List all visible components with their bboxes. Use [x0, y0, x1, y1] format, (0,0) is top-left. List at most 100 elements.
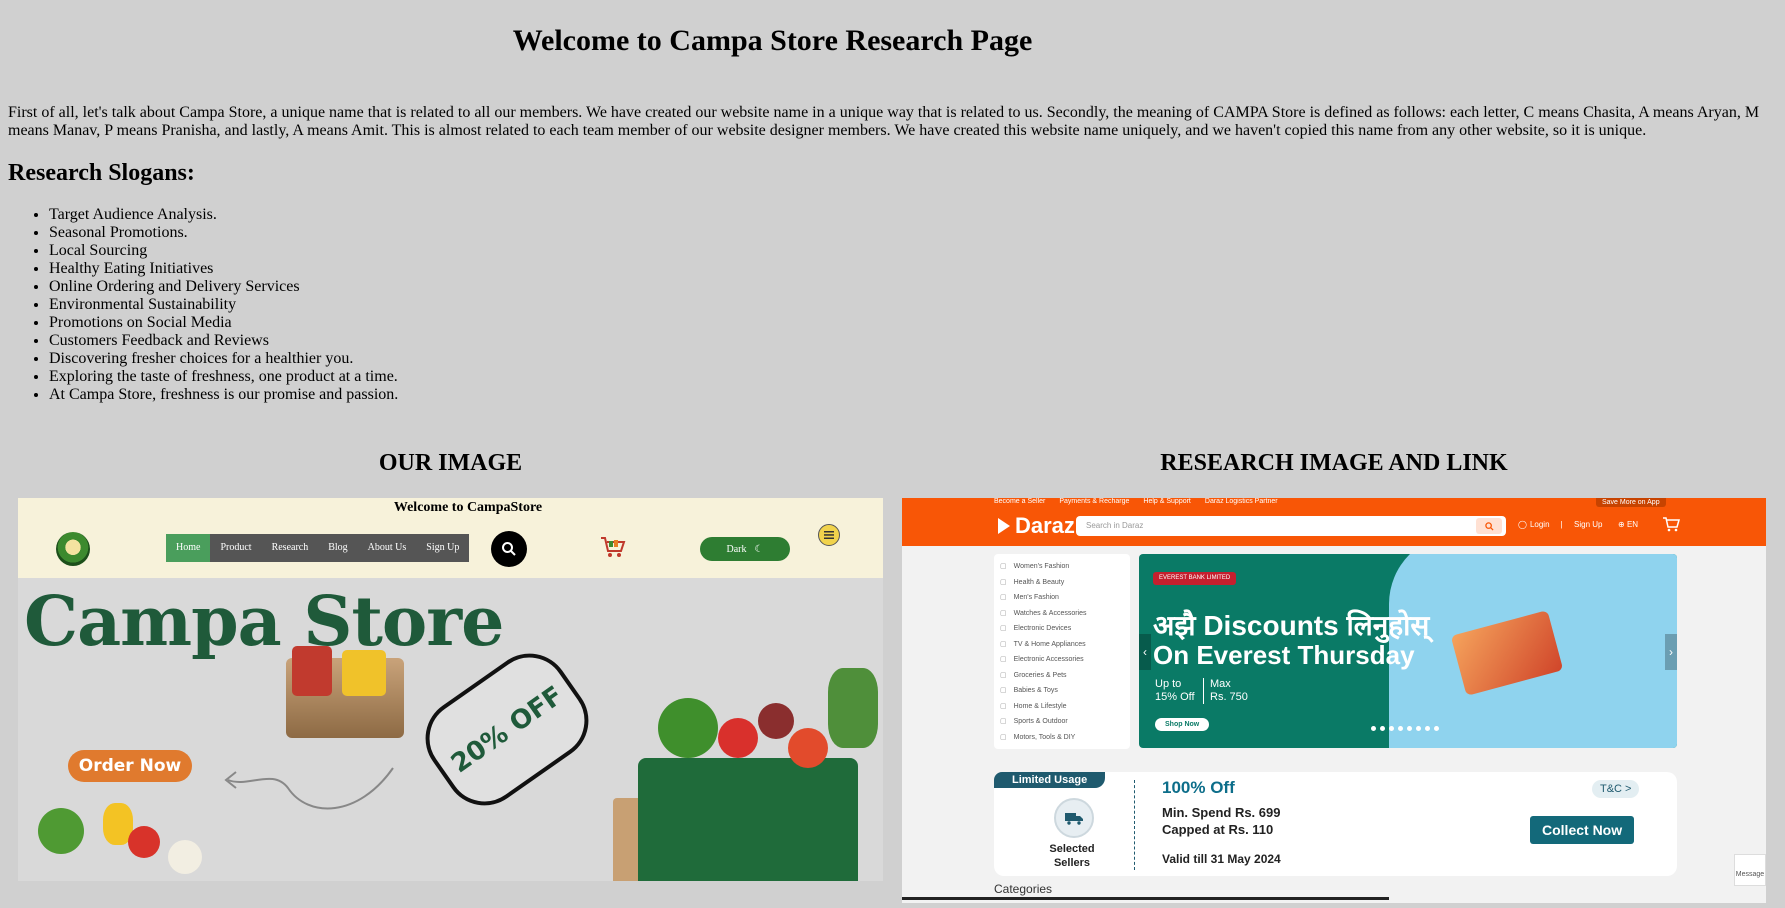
cart-icon[interactable]	[600, 535, 626, 559]
category-item[interactable]: Health & Beauty	[1000, 575, 1124, 591]
category-item[interactable]: Sports & Outdoor	[1000, 714, 1124, 730]
category-item[interactable]: Babies & Toys	[1000, 683, 1124, 699]
intro-paragraph: First of all, let's talk about Campa Sto…	[8, 104, 1760, 139]
voucher-validity: Valid till 31 May 2024	[1162, 852, 1281, 866]
tomato-image	[128, 826, 160, 858]
slogan-item: Environmental Sustainability	[49, 296, 398, 314]
divider	[1134, 780, 1135, 870]
dark-mode-toggle[interactable]: Dark ☾	[700, 537, 790, 561]
campa-nav: Home Product Research Blog About Us Sign…	[166, 534, 470, 562]
page-title: Welcome to Campa Store Research Page	[512, 24, 1033, 57]
campa-nav-about[interactable]: About Us	[358, 534, 417, 562]
cauliflower-image	[168, 840, 202, 874]
globe-icon: ⊕	[1618, 520, 1625, 529]
promo-banner[interactable]: EVEREST BANK LIMITED अझै Discounts लिनुह…	[1139, 554, 1677, 748]
slogan-item: Target Audience Analysis.	[49, 206, 398, 224]
banner-headline: अझै Discounts लिनुहोस्	[1153, 610, 1430, 641]
slogan-item: Seasonal Promotions.	[49, 224, 398, 242]
slogans-heading: Research Slogans:	[8, 160, 195, 186]
max-label: Max	[1210, 678, 1231, 690]
chevron-left-icon[interactable]: ‹	[1139, 634, 1151, 670]
signup-link[interactable]: Sign Up	[1574, 520, 1602, 529]
selected-sellers-label: Selected Sellers	[1049, 843, 1095, 869]
broccoli-image	[658, 698, 718, 758]
offer-bubble: 20% OFF	[409, 637, 605, 822]
daraz-search-input[interactable]: Search in Daraz	[1076, 516, 1506, 536]
collect-now-button[interactable]: Collect Now	[1530, 816, 1635, 844]
dark-mode-label: Dark	[726, 543, 747, 555]
bank-badge: EVEREST BANK LIMITED	[1153, 572, 1237, 585]
login-link[interactable]: ◯ Login |	[1518, 520, 1563, 529]
slogan-item: Online Ordering and Delivery Services	[49, 278, 398, 296]
category-item[interactable]: Electronic Accessories	[1000, 652, 1124, 668]
cap-amount: Capped at Rs. 110	[1162, 822, 1274, 837]
help-link[interactable]: Help & Support	[1143, 498, 1190, 505]
slogan-item: Customers Feedback and Reviews	[49, 332, 398, 350]
menu-icon[interactable]	[818, 524, 840, 546]
language-select[interactable]: ⊕ EN	[1618, 520, 1638, 529]
campa-nav-blog[interactable]: Blog	[318, 534, 357, 562]
message-button[interactable]: Message	[1734, 854, 1766, 886]
daraz-logo-text: Daraz	[1015, 513, 1075, 538]
bottom-bar	[902, 897, 1389, 900]
upto-label: Up to	[1155, 678, 1182, 690]
category-item[interactable]: TV & Home Appliances	[1000, 637, 1124, 653]
daraz-logo-icon	[998, 518, 1010, 534]
campa-nav-signup[interactable]: Sign Up	[416, 534, 469, 562]
become-seller-link[interactable]: Become a Seller	[994, 498, 1045, 505]
banner-upto: Up to 15% Off	[1155, 678, 1195, 704]
payments-link[interactable]: Payments & Recharge	[1059, 498, 1129, 505]
separator: |	[1560, 520, 1563, 529]
pepper-image	[788, 728, 828, 768]
carousel-dots[interactable]	[1371, 726, 1439, 731]
campa-nav-product[interactable]: Product	[210, 534, 261, 562]
slogan-item: At Campa Store, freshness is our promise…	[49, 386, 398, 404]
message-label: Message	[1735, 871, 1765, 878]
terms-link[interactable]: T&C >	[1592, 780, 1640, 798]
min-spend: Min. Spend Rs. 699	[1162, 805, 1281, 820]
voucher-offer: 100% Off	[1162, 778, 1235, 797]
user-icon: ◯	[1518, 520, 1527, 529]
category-menu: Women's Fashion Health & Beauty Men's Fa…	[994, 554, 1130, 749]
category-item[interactable]: Watches & Accessories	[1000, 606, 1124, 622]
our-image-heading: OUR IMAGE	[378, 450, 523, 476]
search-icon[interactable]	[491, 531, 527, 567]
voucher-card: Limited Usage Selected Sellers 100% Off …	[994, 772, 1677, 876]
category-item[interactable]: Groceries & Pets	[1000, 668, 1124, 684]
research-image-heading: RESEARCH IMAGE AND LINK	[1160, 450, 1508, 476]
campa-brand-title: Campa Store	[24, 582, 504, 662]
daraz-logo[interactable]: Daraz	[996, 513, 1075, 539]
campa-store-screenshot: Welcome to CampaStore Home Product Resea…	[18, 498, 883, 881]
category-item[interactable]: Motors, Tools & DIY	[1000, 730, 1124, 746]
category-item[interactable]: Men's Fashion	[1000, 590, 1124, 606]
save-app-badge[interactable]: Save More on App	[1596, 498, 1666, 507]
campa-nav-home[interactable]: Home	[166, 534, 211, 562]
slogan-item: Discovering fresher choices for a health…	[49, 350, 398, 368]
login-label: Login	[1529, 520, 1550, 529]
categories-heading: Categories	[994, 882, 1053, 896]
grocery-bag-image	[638, 758, 858, 881]
category-item[interactable]: Electronic Devices	[1000, 621, 1124, 637]
campa-nav-research[interactable]: Research	[262, 534, 319, 562]
daraz-header: Become a Seller Payments & Recharge Help…	[902, 498, 1766, 546]
cart-icon[interactable]	[1662, 516, 1680, 532]
campa-welcome-text: Welcome to CampaStore	[393, 500, 543, 515]
broccoli-image	[38, 808, 84, 854]
banner-max: Max Rs. 750	[1203, 678, 1248, 704]
grapes-image	[758, 703, 794, 739]
moon-icon: ☾	[754, 543, 764, 555]
chevron-right-icon[interactable]: ›	[1665, 634, 1677, 670]
max-value: Rs. 750	[1210, 691, 1248, 703]
daraz-screenshot: Become a Seller Payments & Recharge Help…	[902, 498, 1766, 903]
shop-now-button[interactable]: Shop Now	[1155, 718, 1210, 731]
leafy-greens-image	[828, 668, 878, 748]
language-label: EN	[1626, 520, 1639, 529]
daraz-top-links: Become a Seller Payments & Recharge Help…	[994, 498, 1278, 505]
category-item[interactable]: Home & Lifestyle	[1000, 699, 1124, 715]
voucher-conditions: Min. Spend Rs. 699 Capped at Rs. 110	[1162, 804, 1280, 838]
search-icon[interactable]	[1476, 518, 1502, 534]
order-now-button[interactable]: Order Now	[68, 750, 192, 782]
logistics-link[interactable]: Daraz Logistics Partner	[1205, 498, 1278, 505]
offer-text: 20% OFF	[445, 680, 569, 779]
category-item[interactable]: Women's Fashion	[1000, 559, 1124, 575]
